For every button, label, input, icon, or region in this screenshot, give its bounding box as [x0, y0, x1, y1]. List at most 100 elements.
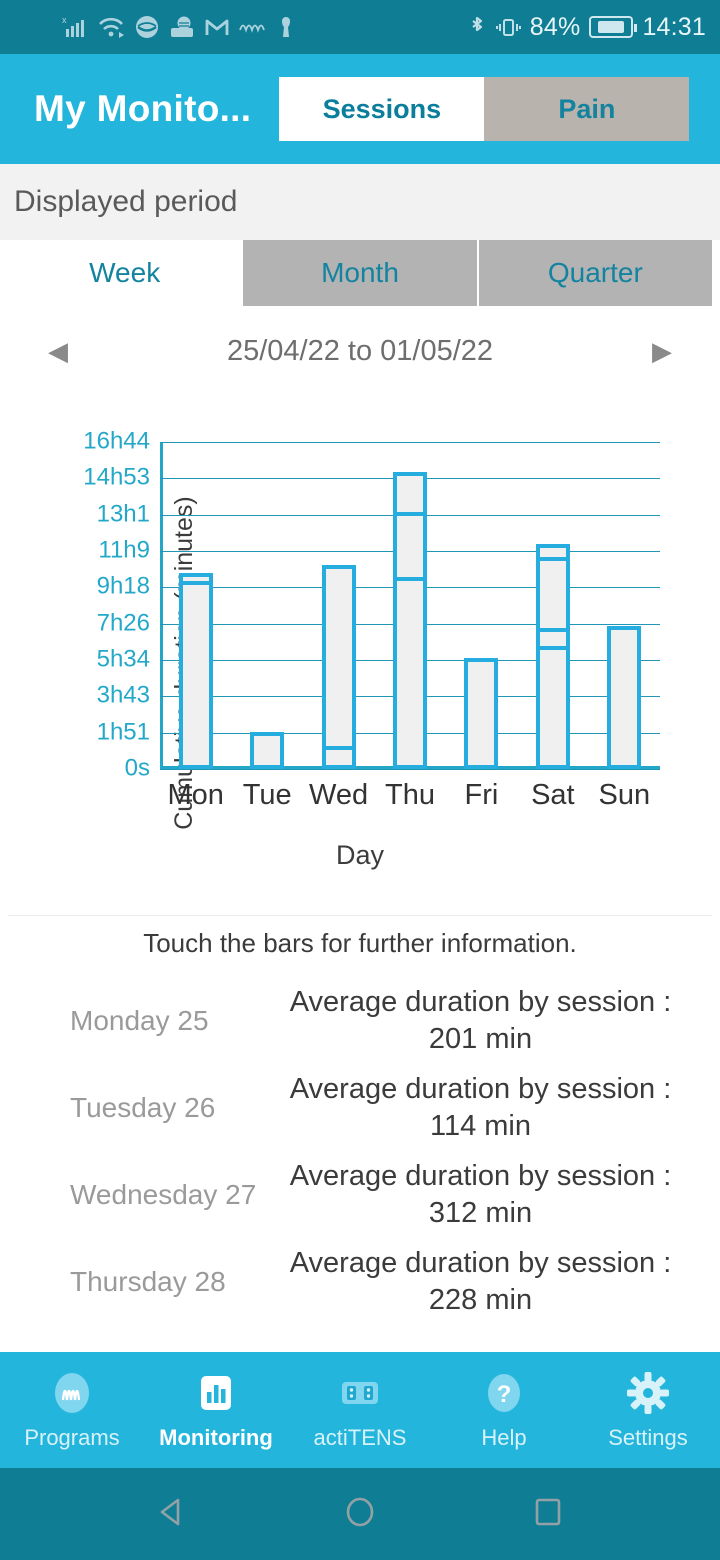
x-axis-tick-label: Mon	[167, 779, 224, 811]
bottom-navigation: Programs Monitoring actiTENS ? Help Sett…	[0, 1352, 720, 1468]
chart-bar[interactable]	[321, 565, 356, 769]
list-item-day: Wednesday 27	[70, 1178, 257, 1210]
x-axis-title: Day	[335, 840, 384, 870]
chart-bar[interactable]	[178, 572, 213, 769]
nav-label-programs: Programs	[24, 1425, 120, 1450]
chart-gridline	[160, 769, 660, 770]
bar-chart-icon	[192, 1369, 240, 1417]
list-item-average-duration: Average duration by session : 312 min	[289, 1160, 672, 1229]
chart-bar-segment-divider	[535, 627, 570, 632]
list-item-day: Tuesday 26	[70, 1091, 216, 1123]
y-axis-tick-label: 7h26	[96, 609, 150, 637]
chart-bar[interactable]	[535, 543, 570, 769]
range-tab-week[interactable]: Week	[8, 240, 242, 306]
bluetooth-icon	[468, 14, 486, 40]
chart-bar[interactable]	[607, 625, 642, 769]
list-item-day: Thursday 28	[70, 1265, 226, 1297]
tab-sessions[interactable]: Sessions	[279, 77, 485, 141]
nav-label-help: Help	[481, 1425, 527, 1450]
nav-item-settings[interactable]: Settings	[576, 1369, 720, 1451]
status-bar-left-icons: x	[62, 15, 294, 39]
waveform-circle-icon	[48, 1369, 96, 1417]
chart-gridline	[160, 442, 660, 443]
header-tabs: Sessions Pain	[279, 77, 690, 141]
home-circle-icon[interactable]	[340, 1492, 380, 1537]
nav-item-help[interactable]: ? Help	[432, 1369, 576, 1451]
chart-bar[interactable]	[250, 731, 285, 769]
battery-percent-label: 84%	[529, 12, 581, 41]
y-axis-tick-label: 3h43	[96, 681, 150, 709]
tab-pain[interactable]: Pain	[484, 77, 690, 141]
device-icon	[336, 1369, 384, 1417]
nav-label-settings: Settings	[608, 1425, 688, 1450]
range-tab-quarter[interactable]: Quarter	[478, 240, 712, 306]
y-axis-tick-label: 5h34	[96, 645, 150, 673]
x-axis-tick-label: Tue	[242, 779, 292, 811]
chart-bar-segment-divider	[321, 746, 356, 751]
signal-bars-icon: x	[62, 15, 88, 39]
x-axis-tick-label: Fri	[464, 779, 499, 811]
displayed-period-section: Displayed period	[0, 164, 720, 240]
chart-bar[interactable]	[464, 658, 499, 769]
list-item-average-duration: Average duration by session : 201 min	[289, 986, 672, 1055]
x-axis-tick-label: Sat	[531, 779, 575, 811]
list-item-day: Monday 25	[70, 1004, 209, 1036]
chart-plot-area[interactable]: 0s 1h51 3h43 5h34 7h26 9h18 11h9 13h1 14h53 16h44…	[83, 427, 660, 811]
gmail-icon	[204, 15, 230, 39]
y-axis-tick-label: 11h9	[98, 536, 150, 564]
nav-item-monitoring[interactable]: Monitoring	[144, 1369, 288, 1451]
keypad-icon	[278, 15, 294, 39]
displayed-period-label: Displayed period	[14, 185, 238, 218]
y-axis-tick-label: 0s	[124, 754, 150, 782]
status-bar-right-icons: 84% 14:31	[468, 13, 706, 42]
date-range-navigator: ◀ 25/04/22 to 01/05/22 ▶	[8, 306, 712, 396]
nav-item-programs[interactable]: Programs	[0, 1369, 144, 1451]
mic-app-icon	[169, 15, 195, 39]
y-axis-tick-label: 14h53	[83, 463, 150, 491]
question-mark-icon: ?	[480, 1369, 528, 1417]
y-axis-tick-label: 9h18	[96, 572, 150, 600]
y-axis-line	[160, 442, 163, 769]
nav-item-actitens[interactable]: actiTENS	[288, 1369, 432, 1451]
clock-label: 14:31	[642, 12, 706, 41]
date-range-label: 25/04/22 to 01/05/22	[226, 334, 494, 367]
chart-bar-segment-divider	[178, 580, 213, 585]
eye-app-icon	[134, 15, 160, 39]
chart-bar[interactable]	[393, 471, 427, 769]
x-axis-tick-label: Wed	[309, 779, 369, 811]
wifi-icon	[97, 15, 125, 39]
system-navigation-bar	[0, 1468, 720, 1560]
app-header: My Monito... Sessions Pain	[0, 54, 720, 164]
waveform-icon	[239, 17, 269, 37]
list-item[interactable]: Monday 25 Average duration by session : 2…	[8, 977, 712, 1064]
chart-bar-segment-divider	[535, 556, 570, 561]
page-title: My Monito...	[34, 88, 252, 129]
y-axis-tick-label: 13h1	[96, 500, 150, 528]
recents-square-icon[interactable]	[528, 1492, 568, 1537]
chart-bar-segment-divider	[393, 511, 427, 516]
list-item[interactable]: Tuesday 26 Average duration by session : …	[8, 1064, 712, 1151]
y-axis-tick-label: 16h44	[83, 427, 150, 455]
back-triangle-icon[interactable]	[152, 1492, 192, 1537]
details-list: Monday 25 Average duration by session : 2…	[8, 977, 712, 1412]
range-tab-group: Week Month Quarter	[0, 240, 720, 306]
next-period-button[interactable]: ▶	[638, 328, 686, 375]
svg-text:?: ?	[497, 1381, 512, 1408]
sessions-bar-chart: Cumulative duration (minutes) 0s1h513h43…	[0, 410, 720, 915]
y-axis-tick-label: 1h51	[96, 718, 150, 746]
chart-bar-segment-divider	[393, 576, 427, 581]
list-item-average-duration: Average duration by session : 228 min	[289, 1247, 672, 1316]
battery-icon	[589, 16, 638, 38]
chart-hint: Touch the bars for further information.	[8, 915, 712, 971]
list-item[interactable]: Wednesday 27 Average duration by session …	[8, 1151, 712, 1238]
list-item[interactable]: Thursday 28 Average duration by session :…	[8, 1238, 712, 1325]
status-bar: x 84% 14:31	[0, 0, 720, 54]
range-tab-month[interactable]: Month	[243, 240, 477, 306]
previous-period-button[interactable]: ◀	[34, 328, 82, 375]
gear-icon	[624, 1369, 672, 1417]
list-item-average-duration: Average duration by session : 114 min	[289, 1073, 672, 1142]
chart-bar-segment-divider	[178, 573, 213, 578]
x-axis-tick-label: Sun	[598, 779, 651, 811]
vibrate-icon	[495, 15, 521, 39]
chart-bar-segment-divider	[535, 645, 570, 650]
